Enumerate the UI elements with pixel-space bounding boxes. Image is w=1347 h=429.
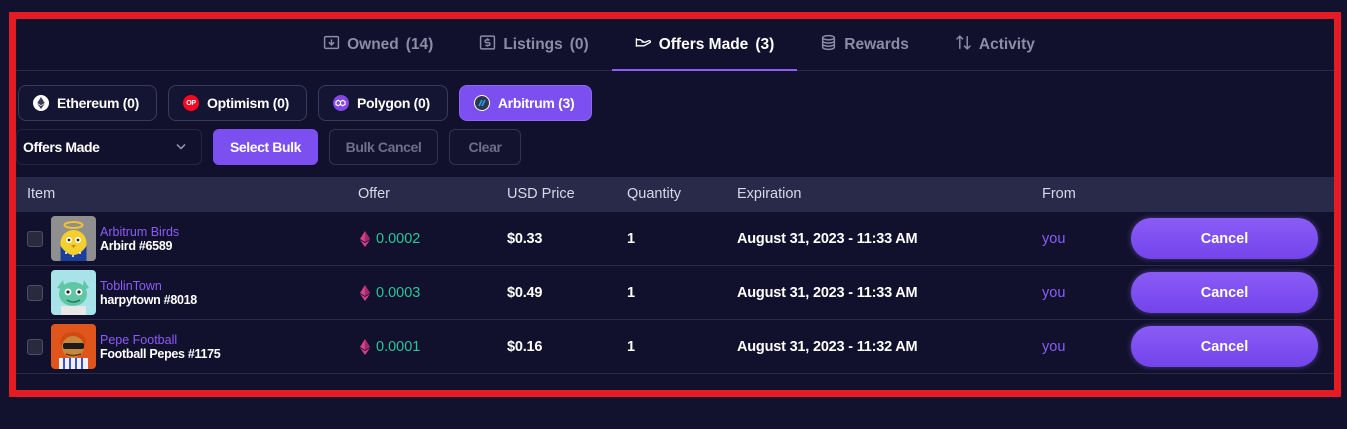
hand-icon xyxy=(635,34,652,56)
chain-filter-optimism[interactable]: OP Optimism (0) xyxy=(167,85,307,121)
nft-thumbnail[interactable] xyxy=(51,270,96,315)
nft-thumbnail[interactable] xyxy=(51,324,96,369)
chain-filter-ethereum[interactable]: Ethereum (0) xyxy=(18,85,157,121)
optimism-icon: OP xyxy=(182,95,199,111)
usd-price: $0.49 xyxy=(507,284,543,301)
clear-button[interactable]: Clear xyxy=(449,129,521,165)
chain-filter-arbitrum-label: Arbitrum (3) xyxy=(497,95,575,111)
nft-name-link[interactable]: Football Pepes #1175 xyxy=(100,347,221,361)
header-from: From xyxy=(1042,186,1076,202)
bulk-cancel-button[interactable]: Bulk Cancel xyxy=(329,129,438,165)
expiration-date: August 31, 2023 - 11:33 AM xyxy=(737,284,918,301)
chain-filter-group: Ethereum (0) OP Optimism (0) Polygon (0)… xyxy=(18,85,593,121)
arbitrum-icon xyxy=(473,95,490,111)
table-row: ToblinTown harpytown #8018 0.0003 $0.49 … xyxy=(16,266,1334,320)
chain-filter-ethereum-label: Ethereum (0) xyxy=(57,95,139,111)
usd-price: $0.33 xyxy=(507,230,543,247)
nft-collection-link[interactable]: ToblinTown xyxy=(100,279,197,293)
coins-icon xyxy=(820,34,837,56)
polygon-icon xyxy=(332,95,349,111)
expiration-date: August 31, 2023 - 11:32 AM xyxy=(737,338,918,355)
bulk-controls: Offers Made Select Bulk Bulk Cancel Clea… xyxy=(16,129,521,165)
tab-rewards-label: Rewards xyxy=(844,35,909,53)
quantity: 1 xyxy=(627,284,635,301)
cancel-offer-button[interactable]: Cancel xyxy=(1131,218,1318,259)
chain-filter-optimism-label: Optimism (0) xyxy=(206,95,289,111)
offer-type-select-value: Offers Made xyxy=(23,139,100,155)
header-item: Item xyxy=(27,186,56,202)
row-select-checkbox[interactable] xyxy=(27,338,43,355)
offer-type-select[interactable]: Offers Made xyxy=(16,129,202,165)
quantity: 1 xyxy=(627,230,635,247)
tab-owned[interactable]: Owned (14) xyxy=(300,19,456,70)
from-user-link[interactable]: you xyxy=(1042,212,1065,265)
select-bulk-button[interactable]: Select Bulk xyxy=(213,129,318,165)
row-select-checkbox[interactable] xyxy=(27,230,43,247)
nft-name-link[interactable]: harpytown #8018 xyxy=(100,293,197,307)
usd-price: $0.16 xyxy=(507,338,543,355)
row-select-checkbox[interactable] xyxy=(27,284,43,301)
tab-owned-count: (14) xyxy=(405,35,434,53)
chevron-down-icon xyxy=(175,139,187,155)
offer-amount: 0.0001 xyxy=(376,338,421,355)
nft-collection-link[interactable]: Arbitrum Birds xyxy=(100,225,179,239)
ethereum-icon xyxy=(360,338,370,355)
nft-thumbnail[interactable] xyxy=(51,216,96,261)
header-offer: Offer xyxy=(358,186,390,202)
table-row: Arbitrum Birds Arbird #6589 0.0002 $0.33… xyxy=(16,212,1334,266)
tab-rewards[interactable]: Rewards xyxy=(797,19,932,70)
tab-owned-label: Owned xyxy=(347,35,399,53)
cancel-offer-button[interactable]: Cancel xyxy=(1131,272,1318,313)
nft-collection-link[interactable]: Pepe Football xyxy=(100,333,220,347)
tab-offers-made[interactable]: Offers Made (3) xyxy=(611,19,798,71)
expiration-date: August 31, 2023 - 11:33 AM xyxy=(737,230,918,247)
chain-filter-arbitrum[interactable]: Arbitrum (3) xyxy=(458,85,593,121)
tab-listings-label: Listings xyxy=(503,35,563,53)
dollar-box-icon xyxy=(479,34,496,56)
header-usd-price: USD Price xyxy=(507,186,575,202)
tab-listings-count: (0) xyxy=(569,35,589,53)
ethereum-icon xyxy=(360,230,370,247)
quantity: 1 xyxy=(627,338,635,355)
cancel-offer-button[interactable]: Cancel xyxy=(1131,326,1318,367)
from-user-link[interactable]: you xyxy=(1042,266,1065,319)
ethereum-icon xyxy=(33,95,49,111)
chain-filter-polygon[interactable]: Polygon (0) xyxy=(317,85,448,121)
table-header: Item Offer USD Price Quantity Expiration… xyxy=(16,177,1334,212)
tab-activity[interactable]: Activity xyxy=(932,19,1058,70)
download-box-icon xyxy=(323,34,340,56)
tab-listings[interactable]: Listings (0) xyxy=(456,19,611,70)
header-quantity: Quantity xyxy=(627,186,681,202)
screenshot-highlight-frame: Owned (14) Listings (0) Offers Made (3) … xyxy=(9,12,1341,397)
offer-amount: 0.0003 xyxy=(376,284,421,301)
offer-amount: 0.0002 xyxy=(376,230,421,247)
tab-offers-made-count: (3) xyxy=(755,35,775,53)
header-expiration: Expiration xyxy=(737,186,802,202)
arrows-up-down-icon xyxy=(955,34,972,56)
chain-filter-polygon-label: Polygon (0) xyxy=(356,95,430,111)
profile-tabs: Owned (14) Listings (0) Offers Made (3) … xyxy=(16,19,1334,71)
tab-offers-made-label: Offers Made xyxy=(658,35,749,53)
nft-name-link[interactable]: Arbird #6589 xyxy=(100,239,179,253)
ethereum-icon xyxy=(360,284,370,301)
table-row: Pepe Football Football Pepes #1175 0.000… xyxy=(16,320,1334,374)
from-user-link[interactable]: you xyxy=(1042,320,1065,373)
tab-activity-label: Activity xyxy=(978,35,1035,53)
